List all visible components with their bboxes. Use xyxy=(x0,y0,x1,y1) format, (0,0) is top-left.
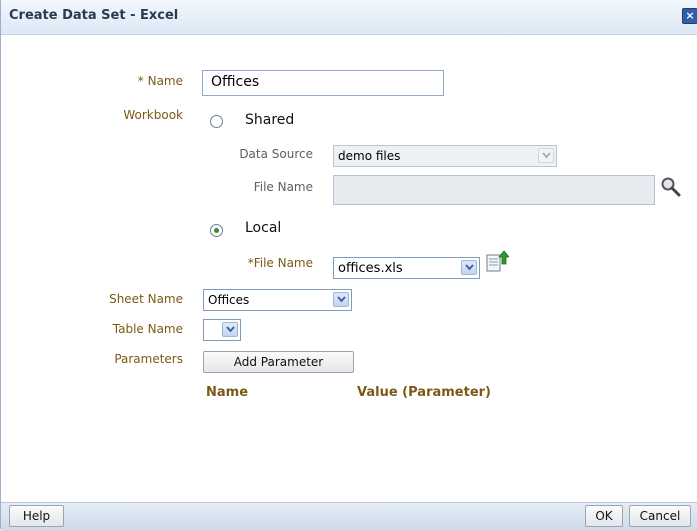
name-label: * Name xyxy=(137,74,183,88)
data-source-select: demo files xyxy=(333,145,557,167)
table-name-label: Table Name xyxy=(112,322,183,336)
local-radio[interactable] xyxy=(210,224,223,237)
chevron-down-icon xyxy=(538,148,554,163)
workbook-label: Workbook xyxy=(123,108,183,122)
sheet-name-value: Offices xyxy=(208,293,250,307)
table-name-select[interactable] xyxy=(203,319,241,341)
create-data-set-dialog: Create Data Set - Excel × * Name Offices… xyxy=(0,0,697,530)
data-source-label: Data Source xyxy=(239,147,313,161)
help-button[interactable]: Help xyxy=(9,505,64,527)
ok-button[interactable]: OK xyxy=(585,505,623,527)
shared-radio-label: Shared xyxy=(245,112,295,128)
add-parameter-button[interactable]: Add Parameter xyxy=(203,351,354,373)
chevron-down-icon[interactable] xyxy=(333,292,349,307)
cancel-button[interactable]: Cancel xyxy=(629,505,691,527)
dialog-titlebar: Create Data Set - Excel × xyxy=(1,0,697,35)
column-header-value: Value (Parameter) xyxy=(357,385,491,400)
search-icon xyxy=(660,176,682,198)
local-file-select[interactable]: offices.xls xyxy=(333,257,480,279)
local-file-value: offices.xls xyxy=(338,261,403,276)
dialog-title: Create Data Set - Excel xyxy=(9,8,179,23)
local-file-name-label: *File Name xyxy=(247,256,313,270)
chevron-down-icon[interactable] xyxy=(461,260,477,275)
dialog-footer: Help OK Cancel xyxy=(1,502,697,530)
local-radio-label: Local xyxy=(245,220,282,236)
sheet-name-select[interactable]: Offices xyxy=(203,289,352,311)
column-header-name: Name xyxy=(206,385,249,400)
sheet-name-label: Sheet Name xyxy=(109,292,183,306)
data-source-value: demo files xyxy=(338,149,401,163)
close-icon[interactable]: × xyxy=(682,8,697,24)
chevron-down-icon[interactable] xyxy=(222,322,238,337)
parameters-label: Parameters xyxy=(114,352,183,366)
name-input[interactable]: Offices xyxy=(202,70,444,96)
radio-selected-dot xyxy=(214,228,219,233)
file-name-label: File Name xyxy=(253,180,313,194)
shared-file-name-input xyxy=(333,175,655,205)
shared-radio[interactable] xyxy=(210,115,223,128)
upload-icon[interactable] xyxy=(485,250,510,274)
